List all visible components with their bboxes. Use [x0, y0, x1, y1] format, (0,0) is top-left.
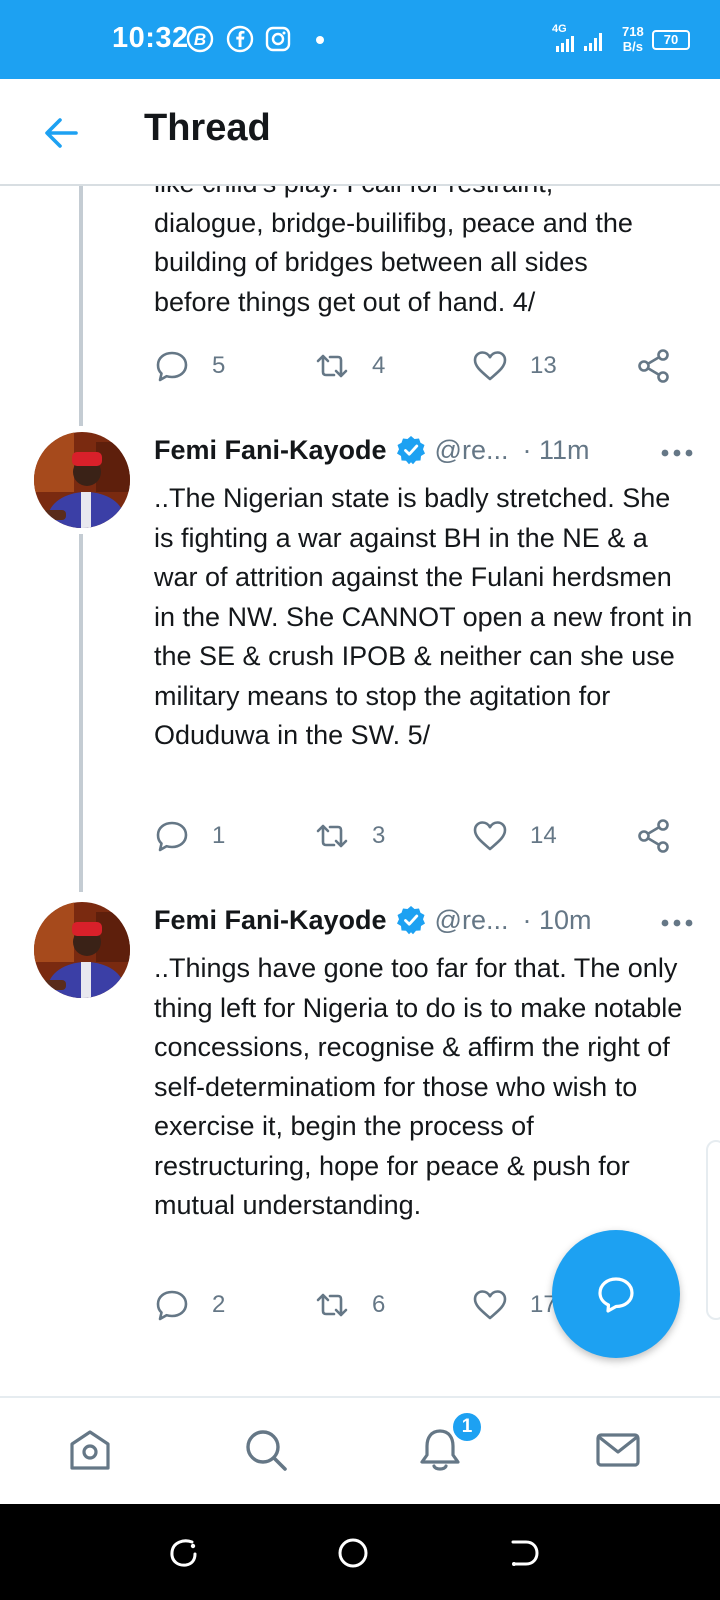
- signal-icon-2: [584, 33, 602, 51]
- speed-value: 718: [622, 24, 644, 39]
- avatar-image: [34, 432, 130, 528]
- side-panel-handle[interactable]: [706, 1140, 720, 1320]
- share-icon: [638, 349, 669, 383]
- network-speed: 718 B/s: [622, 24, 644, 54]
- page-title: Thread: [144, 107, 271, 149]
- reply-button[interactable]: 1: [154, 816, 225, 856]
- reply-button[interactable]: 5: [154, 346, 225, 386]
- thread-header: Thread: [0, 79, 720, 186]
- reply-button[interactable]: 2: [154, 1285, 225, 1325]
- tweet-text-line: building of bridges between all sides: [154, 247, 588, 277]
- heart-icon: [473, 1290, 507, 1320]
- avatar-image: [34, 902, 130, 998]
- reply-bubble-icon: [598, 1277, 634, 1313]
- messages-icon[interactable]: [592, 1424, 644, 1476]
- avatar[interactable]: [34, 432, 130, 528]
- notification-dot: [316, 36, 324, 44]
- network-type: 4G: [552, 23, 567, 35]
- retweet-button[interactable]: 3: [314, 816, 385, 856]
- tweet-text-line: like child's play. I call for restraint,: [154, 186, 694, 204]
- retweet-count: 4: [372, 352, 386, 379]
- share-icon: [638, 819, 669, 853]
- heart-icon: [473, 351, 507, 381]
- status-time: 10:32: [112, 22, 189, 54]
- status-bar: 10:32 B 4G 718 B/s 70: [0, 0, 720, 79]
- system-navigation-bar: [0, 1504, 720, 1600]
- share-button[interactable]: [636, 816, 672, 856]
- home-nav-icon[interactable]: [336, 1536, 370, 1570]
- author-name[interactable]: Femi Fani-Kayode: [154, 435, 387, 466]
- thread-content[interactable]: like child's play. I call for restraint,…: [0, 186, 720, 1376]
- avatar[interactable]: [34, 902, 130, 998]
- tweet-time: · 10m: [522, 904, 592, 935]
- heart-icon: [473, 821, 507, 851]
- battery-icon: 70: [652, 30, 690, 50]
- like-button[interactable]: 14: [472, 816, 557, 856]
- facebook-icon: [226, 25, 254, 53]
- retweet-count: 3: [372, 822, 386, 849]
- tweet-text: ..The Nigerian state is badly stretched.…: [154, 483, 693, 750]
- like-count: 13: [530, 352, 557, 379]
- tweet-text: like child's play. I call for restraint,…: [154, 186, 694, 322]
- tweet-header: Femi Fani-Kayode @re... · 11m: [154, 430, 694, 470]
- share-button[interactable]: [636, 346, 672, 386]
- tweet-text-line: dialogue, bridge-builifibg, peace and th…: [154, 207, 633, 238]
- reply-count: 5: [212, 352, 226, 379]
- thread-connector: [79, 186, 83, 426]
- tweet-text-line: before things get out of hand. 4/: [154, 286, 536, 317]
- retweet-icon: [316, 1293, 348, 1317]
- search-icon[interactable]: [240, 1424, 292, 1476]
- reply-count: 1: [212, 822, 226, 849]
- back-nav-icon[interactable]: [508, 1536, 542, 1570]
- tweet-actions: 5 4 13: [154, 346, 684, 386]
- author-name[interactable]: Femi Fani-Kayode: [154, 905, 387, 936]
- tweet-time: · 11m: [522, 434, 590, 465]
- more-options-icon[interactable]: [660, 448, 694, 458]
- retweet-count: 6: [372, 1291, 386, 1318]
- speed-unit: B/s: [622, 39, 643, 54]
- arrow-left-icon[interactable]: [38, 109, 86, 157]
- verified-badge-icon: [396, 906, 425, 935]
- retweet-button[interactable]: 6: [314, 1285, 385, 1325]
- like-button[interactable]: 13: [472, 346, 557, 386]
- svg-text:B: B: [194, 30, 206, 49]
- reply-icon: [156, 821, 188, 852]
- notification-badge: 1: [450, 1410, 484, 1444]
- tweet-actions: 1 3 14: [154, 816, 684, 856]
- signal-icon: [556, 36, 574, 52]
- author-handle: @re...: [434, 434, 509, 465]
- bottom-navigation: 1: [0, 1396, 720, 1504]
- reply-icon: [156, 351, 188, 382]
- b-badge-icon: B: [186, 25, 214, 53]
- retweet-icon: [316, 824, 348, 848]
- tweet-header: Femi Fani-Kayode @re... · 10m: [154, 900, 694, 940]
- thread-connector: [79, 534, 83, 892]
- more-options-icon[interactable]: [660, 918, 694, 928]
- recents-icon[interactable]: [166, 1536, 200, 1570]
- verified-badge-icon: [396, 436, 425, 465]
- compose-reply-button[interactable]: [552, 1230, 680, 1358]
- home-icon[interactable]: [64, 1424, 116, 1476]
- like-count: 14: [530, 822, 557, 849]
- tweet-text: ..Things have gone too far for that. The…: [154, 953, 683, 1220]
- reply-icon: [156, 1290, 188, 1321]
- retweet-icon: [316, 354, 348, 378]
- author-handle: @re...: [434, 904, 509, 935]
- reply-count: 2: [212, 1291, 226, 1318]
- like-button[interactable]: 17: [472, 1285, 557, 1325]
- retweet-button[interactable]: 4: [314, 346, 385, 386]
- instagram-icon: [265, 26, 291, 52]
